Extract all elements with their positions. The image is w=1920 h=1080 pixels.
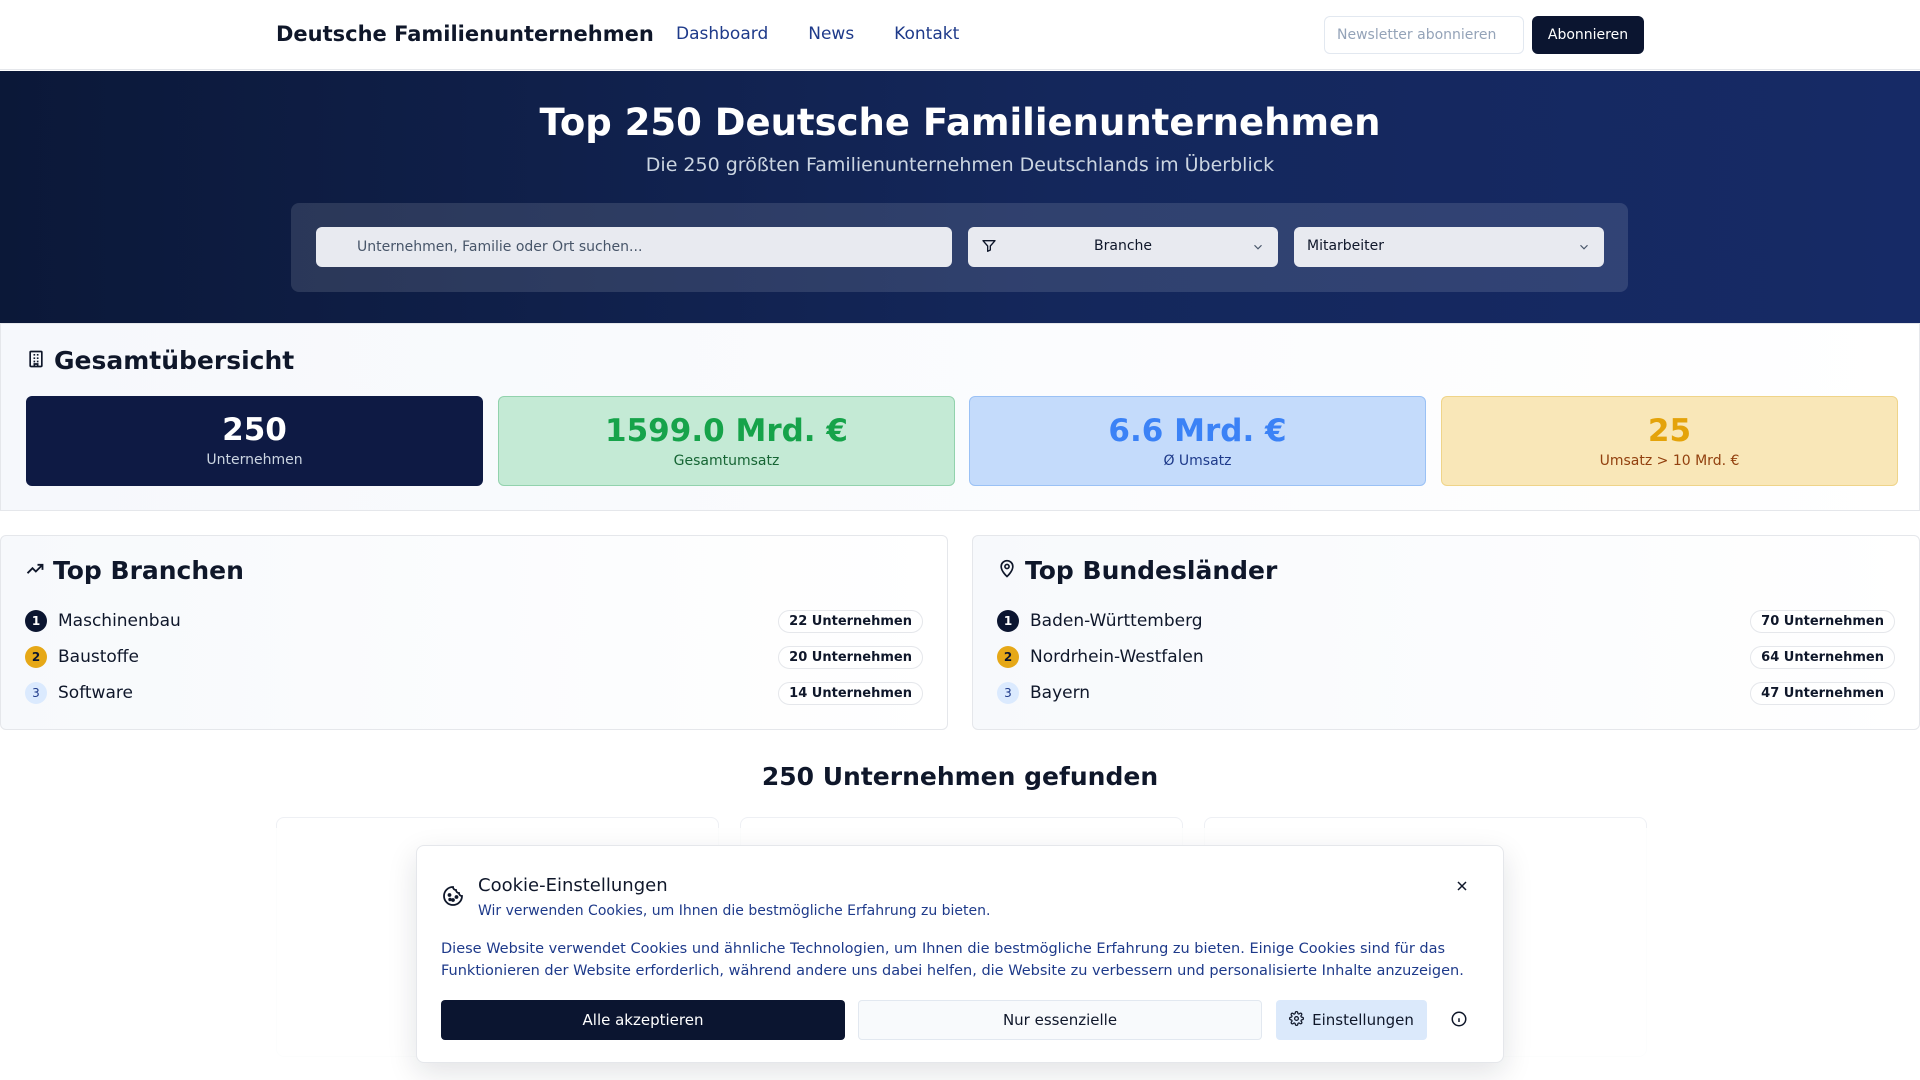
list-item: 2 Baustoffe 20 Unternehmen bbox=[25, 644, 923, 670]
rank-badge: 3 bbox=[25, 682, 47, 704]
nav-link-news[interactable]: News bbox=[808, 24, 854, 44]
gear-icon bbox=[1289, 1010, 1305, 1030]
rank-badge: 1 bbox=[997, 610, 1019, 632]
list-item: 3 Software 14 Unternehmen bbox=[25, 680, 923, 706]
brand-logo-text[interactable]: Deutsche Familienunternehmen bbox=[276, 22, 654, 46]
hero-section: Top 250 Deutsche Familienunternehmen Die… bbox=[0, 71, 1920, 323]
branche-select-value: Branche bbox=[1094, 238, 1152, 254]
stat-value: 250 bbox=[222, 412, 287, 448]
top-bundeslaender-title: Top Bundesländer bbox=[1025, 556, 1278, 585]
rank-badge: 3 bbox=[997, 682, 1019, 704]
list-item: 1 Baden-Württemberg 70 Unternehmen bbox=[997, 608, 1895, 634]
top-branchen-heading: Top Branchen bbox=[25, 556, 244, 585]
branche-select[interactable]: Branche bbox=[968, 227, 1278, 267]
top-branchen-card: Top Branchen 1 Maschinenbau 22 Unternehm… bbox=[0, 535, 948, 730]
list-item-name: Software bbox=[58, 683, 133, 703]
stat-card-companies: 250 Unternehmen bbox=[26, 396, 483, 486]
chevron-down-icon bbox=[1251, 240, 1265, 258]
stat-value: 6.6 Mrd. € bbox=[1108, 413, 1287, 449]
stat-card-total-revenue: 1599.0 Mrd. € Gesamtumsatz bbox=[498, 396, 955, 486]
list-item-name: Bayern bbox=[1030, 683, 1091, 703]
filter-panel: Branche Mitarbeiter bbox=[291, 203, 1628, 292]
essential-only-button[interactable]: Nur essenzielle bbox=[858, 1000, 1262, 1040]
cookie-dialog-subtitle: Wir verwenden Cookies, um Ihnen die best… bbox=[478, 903, 991, 919]
page-title: Top 250 Deutsche Familienunternehmen bbox=[539, 101, 1381, 144]
list-item-name: Maschinenbau bbox=[58, 611, 181, 631]
cookie-icon bbox=[441, 884, 465, 912]
rank-badge: 1 bbox=[25, 610, 47, 632]
top-navigation-bar: Deutsche Familienunternehmen Dashboard N… bbox=[0, 0, 1920, 70]
list-item-name: Baden-Württemberg bbox=[1030, 611, 1203, 631]
cookie-dialog-text: Diese Website verwendet Cookies und ähnl… bbox=[441, 941, 1464, 979]
rank-badge: 2 bbox=[25, 646, 47, 668]
page-subtitle: Die 250 größten Familienunternehmen Deut… bbox=[645, 154, 1275, 176]
subscribe-button[interactable]: Abonnieren bbox=[1532, 16, 1644, 54]
mitarbeiter-select[interactable]: Mitarbeiter bbox=[1294, 227, 1604, 267]
count-badge: 47 Unternehmen bbox=[1750, 681, 1895, 705]
stat-label: Ø Umsatz bbox=[1163, 453, 1232, 469]
main-nav: Dashboard News Kontakt bbox=[676, 24, 959, 44]
stat-card-average-revenue: 6.6 Mrd. € Ø Umsatz bbox=[969, 396, 1426, 486]
overview-heading: Gesamtübersicht bbox=[26, 346, 294, 375]
nav-link-kontakt[interactable]: Kontakt bbox=[894, 24, 959, 44]
overview-title: Gesamtübersicht bbox=[54, 346, 295, 375]
top-bundeslaender-card: Top Bundesländer 1 Baden-Württemberg 70 … bbox=[972, 535, 1920, 730]
list-item-name: Nordrhein-Westfalen bbox=[1030, 647, 1204, 667]
list-item: 1 Maschinenbau 22 Unternehmen bbox=[25, 608, 923, 634]
building-icon bbox=[26, 346, 46, 375]
count-badge: 14 Unternehmen bbox=[778, 681, 923, 705]
top-branchen-title: Top Branchen bbox=[53, 556, 244, 585]
overview-section: Gesamtübersicht 250 Unternehmen 1599.0 M… bbox=[0, 323, 1920, 511]
rank-badge: 2 bbox=[997, 646, 1019, 668]
trending-up-icon bbox=[25, 556, 45, 585]
cookie-consent-dialog: Cookie-Einstellungen Wir verwenden Cooki… bbox=[416, 845, 1504, 1063]
stat-value: 25 bbox=[1647, 413, 1692, 449]
stat-value: 1599.0 Mrd. € bbox=[605, 413, 848, 449]
mitarbeiter-select-value: Mitarbeiter bbox=[1307, 238, 1385, 254]
list-item: 2 Nordrhein-Westfalen 64 Unternehmen bbox=[997, 644, 1895, 670]
close-icon[interactable] bbox=[1453, 878, 1471, 896]
map-pin-icon bbox=[997, 556, 1017, 585]
company-search-input[interactable] bbox=[316, 227, 952, 267]
stat-label: Unternehmen bbox=[206, 452, 303, 468]
cookie-settings-label: Einstellungen bbox=[1312, 1011, 1414, 1029]
accept-all-button[interactable]: Alle akzeptieren bbox=[441, 1000, 845, 1040]
info-icon[interactable] bbox=[1449, 1010, 1469, 1030]
stat-label: Umsatz > 10 Mrd. € bbox=[1599, 453, 1740, 469]
count-badge: 70 Unternehmen bbox=[1750, 609, 1895, 633]
newsletter-email-input[interactable] bbox=[1324, 16, 1524, 54]
count-badge: 20 Unternehmen bbox=[778, 645, 923, 669]
stat-card-revenue-over-10b: 25 Umsatz > 10 Mrd. € bbox=[1441, 396, 1898, 486]
count-badge: 22 Unternehmen bbox=[778, 609, 923, 633]
top-bundeslaender-heading: Top Bundesländer bbox=[997, 556, 1277, 585]
chevron-down-icon bbox=[1577, 240, 1591, 258]
nav-link-dashboard[interactable]: Dashboard bbox=[676, 24, 768, 44]
stat-label: Gesamtumsatz bbox=[673, 453, 780, 469]
cookie-dialog-title: Cookie-Einstellungen bbox=[478, 875, 668, 896]
list-item-name: Baustoffe bbox=[58, 647, 139, 667]
list-item: 3 Bayern 47 Unternehmen bbox=[997, 680, 1895, 706]
cookie-settings-button[interactable]: Einstellungen bbox=[1276, 1000, 1427, 1040]
count-badge: 64 Unternehmen bbox=[1750, 645, 1895, 669]
results-count-heading: 250 Unternehmen gefunden bbox=[761, 762, 1159, 791]
